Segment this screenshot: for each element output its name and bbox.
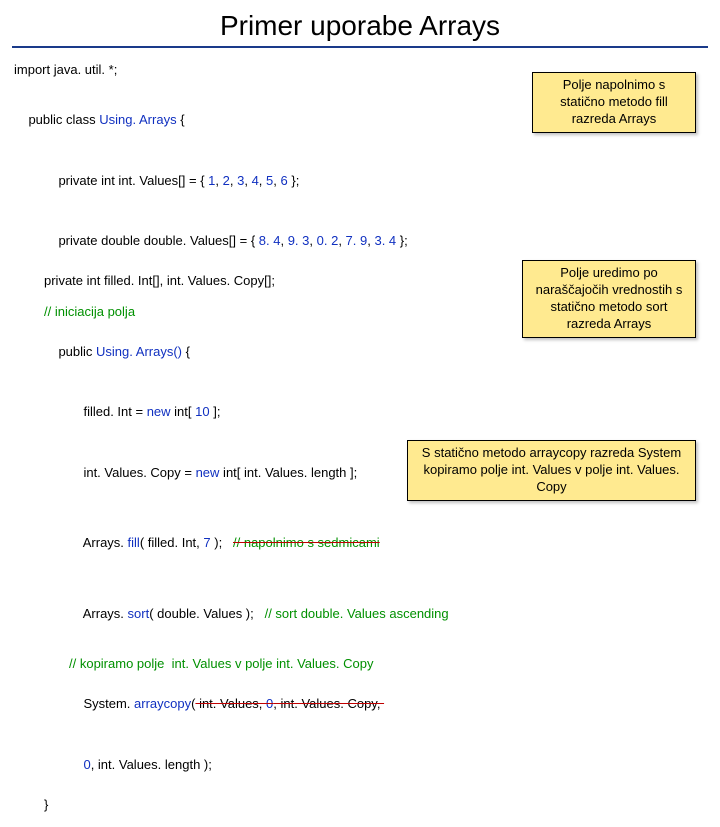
code-line: private int int. Values[] = { 1, 2, 3, 4… — [14, 151, 706, 211]
code-line: int. Values. Copy = new int[ int. Values… — [14, 443, 706, 503]
code-line: private int filled. Int[], int. Values. … — [14, 271, 706, 291]
code-line: import java. util. *; — [14, 60, 706, 80]
code-line: private double double. Values[] = { 8. 4… — [14, 211, 706, 271]
code-comment: // iniciacija polja — [14, 302, 706, 322]
code-line: System. arraycopy( int. Values, 0, int. … — [14, 674, 706, 734]
code-line: } — [14, 795, 706, 815]
code-line: public class Using. Arrays { — [14, 90, 706, 150]
code-line: public Using. Arrays() { — [14, 322, 706, 382]
code-line: Arrays. fill( filled. Int, 7 ); // napol… — [14, 513, 706, 573]
page-title: Primer uporabe Arrays — [12, 0, 708, 48]
code-block: import java. util. *; public class Using… — [0, 48, 720, 827]
code-line: 0, int. Values. length ); — [14, 734, 706, 794]
code-line: filled. Int = new int[ 10 ]; — [14, 382, 706, 442]
code-line: Arrays. sort( double. Values ); // sort … — [14, 583, 706, 643]
code-comment: // kopiramo polje int. Values v polje in… — [14, 654, 706, 674]
